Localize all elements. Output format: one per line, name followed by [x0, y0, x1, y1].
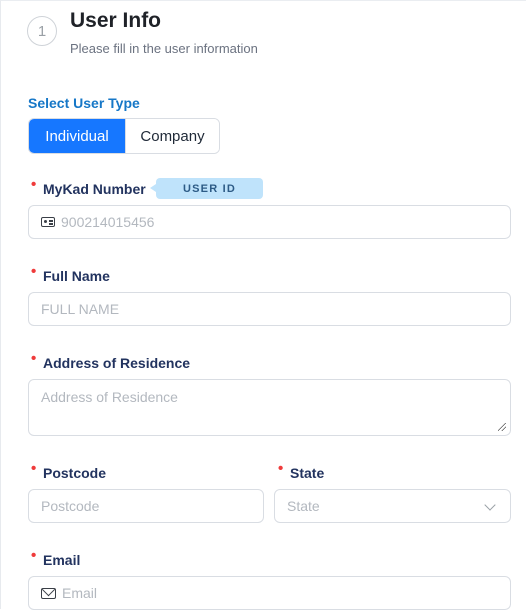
state-placeholder: State [287, 498, 320, 514]
chevron-down-icon [484, 499, 496, 511]
user-type-toggle: Individual Company [28, 118, 220, 154]
step-number: 1 [37, 22, 47, 40]
user-id-tag: USER ID [150, 178, 263, 199]
page-title: User Info [70, 9, 162, 32]
resize-handle-icon[interactable] [498, 423, 506, 431]
address-textarea[interactable]: Address of Residence [28, 379, 511, 436]
state-select[interactable]: State [274, 489, 511, 523]
email-input[interactable]: Email [28, 576, 511, 610]
address-label: Address of Residence [31, 350, 190, 371]
full-name-input[interactable]: FULL NAME [28, 292, 511, 326]
postcode-input[interactable]: Postcode [28, 489, 264, 523]
state-label: State [278, 460, 324, 481]
step-indicator: 1 [27, 16, 57, 46]
address-placeholder: Address of Residence [41, 389, 178, 405]
postcode-label: Postcode [31, 460, 106, 481]
mykad-label: MyKad Number [31, 176, 146, 197]
postcode-placeholder: Postcode [41, 498, 100, 514]
email-label: Email [31, 547, 80, 568]
full-name-placeholder: FULL NAME [41, 301, 120, 317]
mykad-input[interactable]: 900214015456 [28, 205, 511, 239]
id-card-icon [41, 217, 55, 227]
user-type-label: Select User Type [28, 95, 140, 111]
mykad-placeholder: 900214015456 [61, 214, 155, 230]
page-subtitle: Please fill in the user information [70, 41, 258, 56]
mail-icon [41, 587, 56, 599]
email-placeholder: Email [62, 585, 98, 601]
user-type-individual-button[interactable]: Individual [29, 119, 125, 153]
full-name-label: Full Name [31, 263, 110, 284]
user-type-company-button[interactable]: Company [125, 119, 219, 153]
